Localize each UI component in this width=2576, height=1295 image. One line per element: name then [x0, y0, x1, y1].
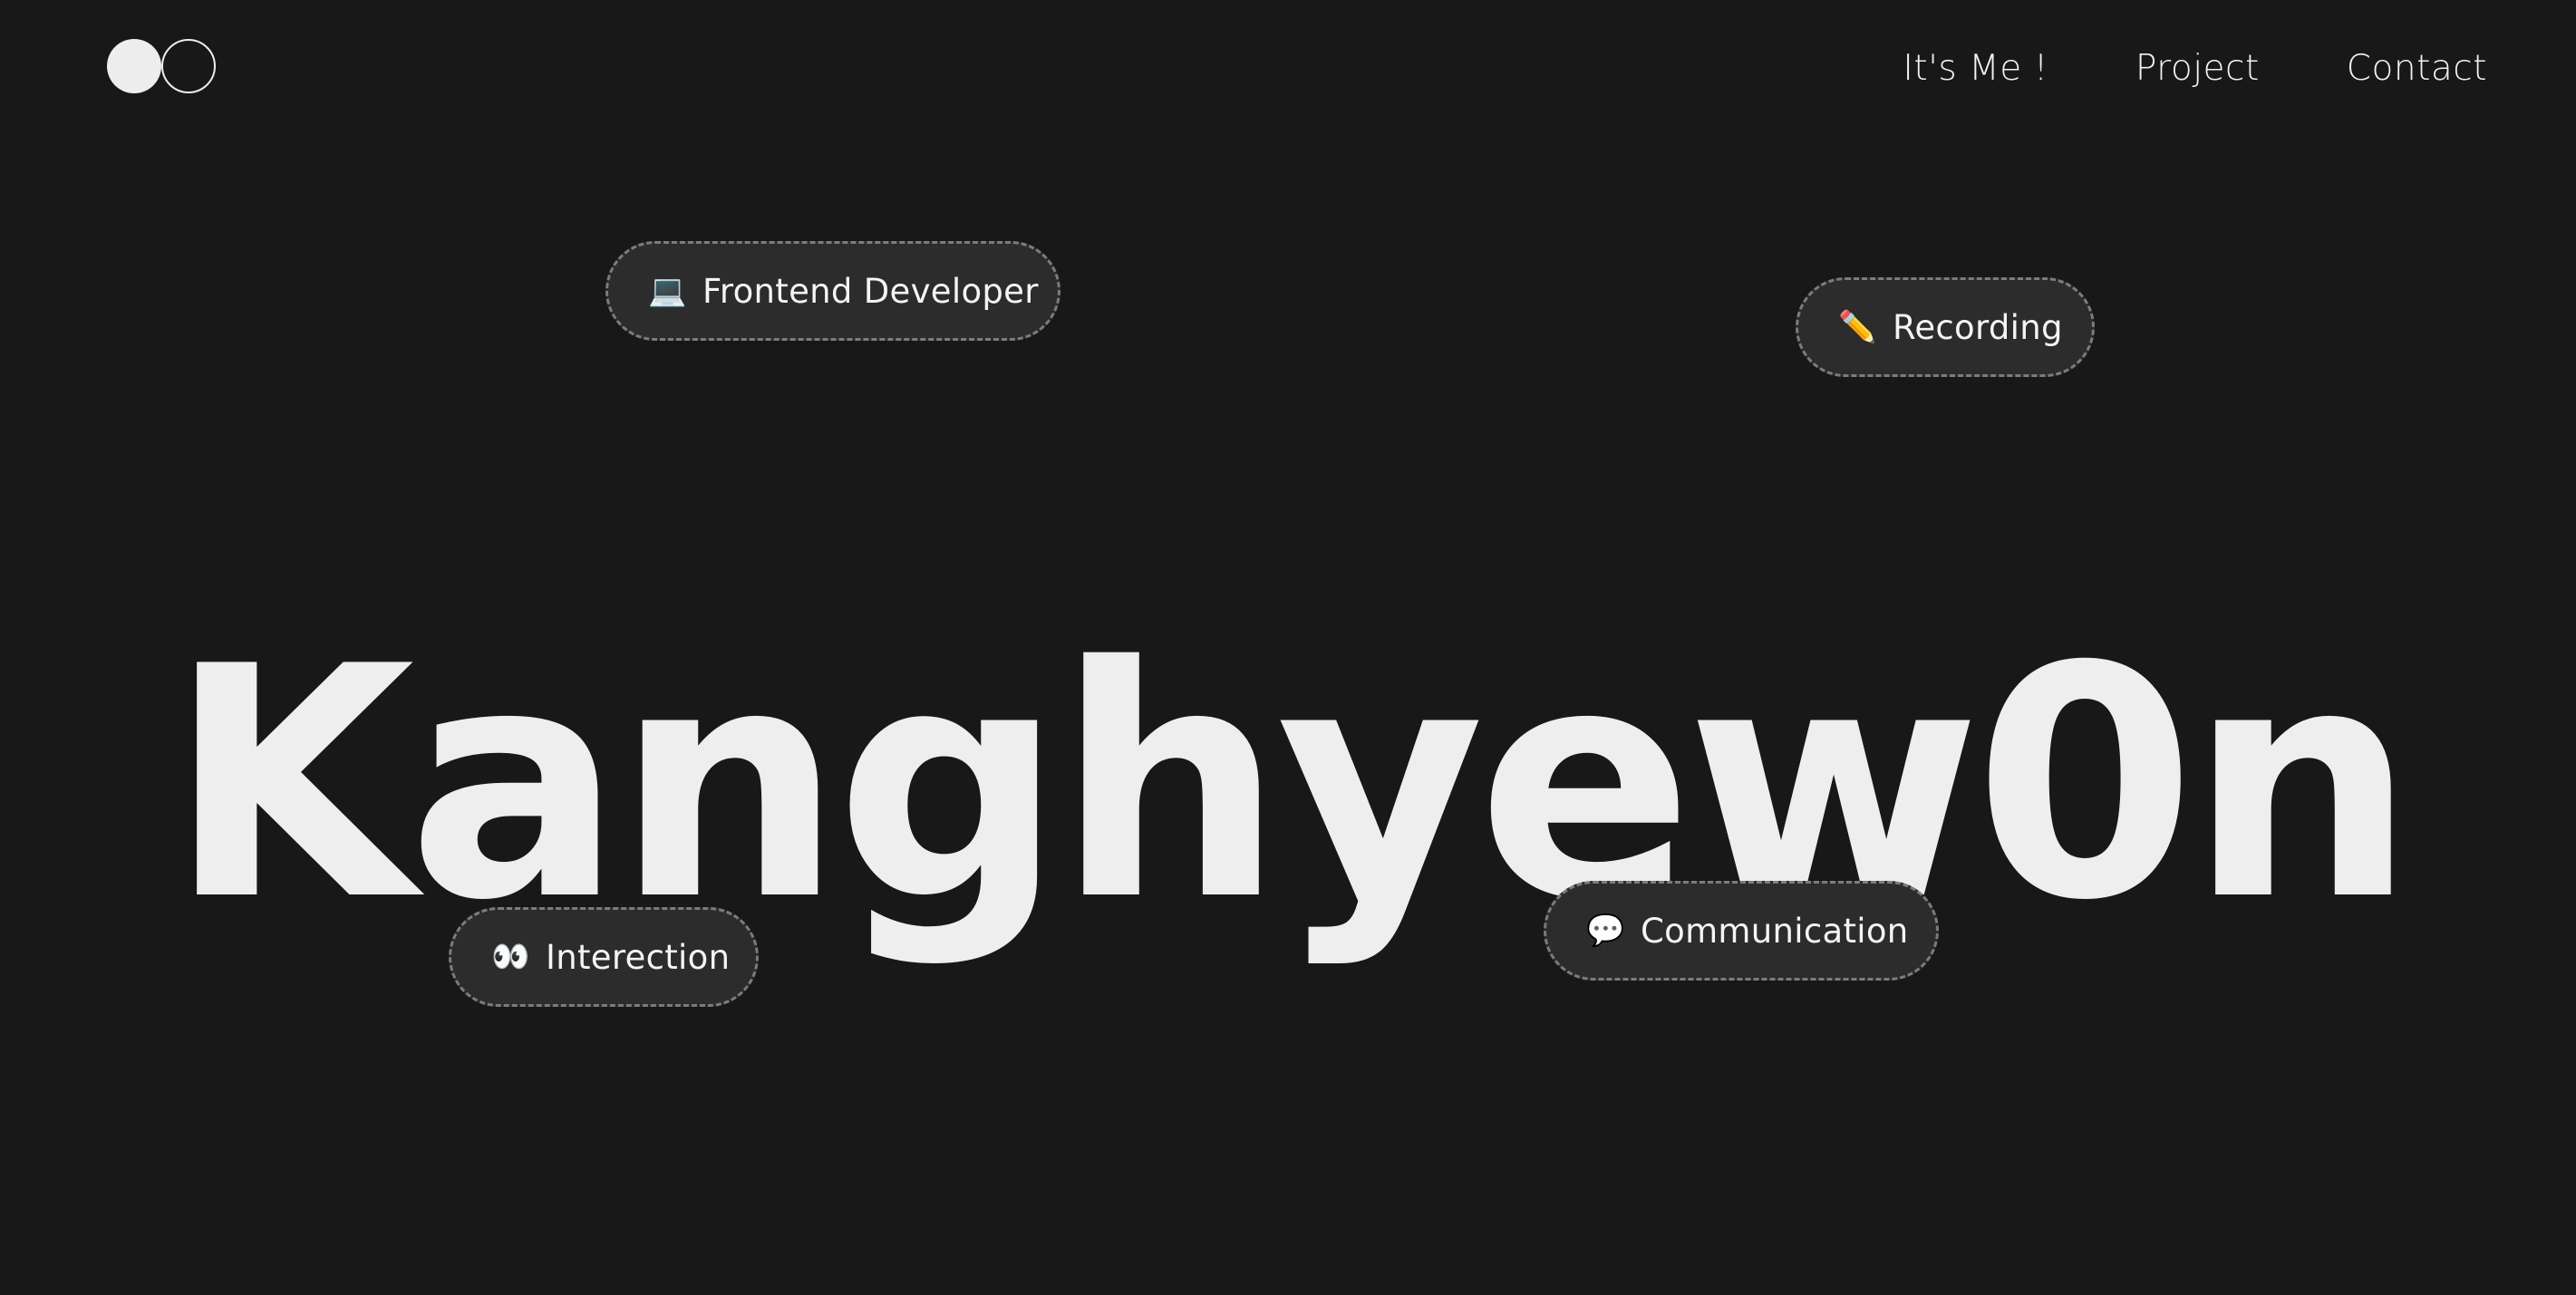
speech-bubble-icon: 💬: [1586, 913, 1625, 949]
chip-frontend-developer[interactable]: 💻 Frontend Developer: [605, 241, 1060, 341]
nav-link-project[interactable]: Project: [2135, 42, 2260, 96]
chip-communication[interactable]: 💬 Communication: [1544, 881, 1939, 981]
logo-filled-circle-icon: [107, 39, 161, 93]
nav-link-contact[interactable]: Contact: [2347, 42, 2487, 96]
nav-link-its-me[interactable]: It's Me !: [1903, 42, 2048, 96]
logo[interactable]: [107, 39, 219, 97]
chip-label: Recording: [1893, 307, 2063, 347]
pencil-icon: ✏️: [1838, 309, 1877, 345]
eyes-icon: 👀: [491, 939, 530, 975]
chip-label: Frontend Developer: [702, 271, 1039, 311]
chip-label: Interection: [546, 937, 731, 977]
laptop-icon: 💻: [648, 273, 687, 309]
chip-label: Communication: [1641, 911, 1909, 951]
chip-recording[interactable]: ✏️ Recording: [1796, 277, 2095, 377]
logo-outline-circle-icon: [161, 39, 216, 93]
chip-interection[interactable]: 👀 Interection: [449, 907, 759, 1007]
hero-name: Kanghyew0n: [167, 598, 2416, 971]
top-nav: It's Me ! Project Contact: [1903, 42, 2487, 96]
